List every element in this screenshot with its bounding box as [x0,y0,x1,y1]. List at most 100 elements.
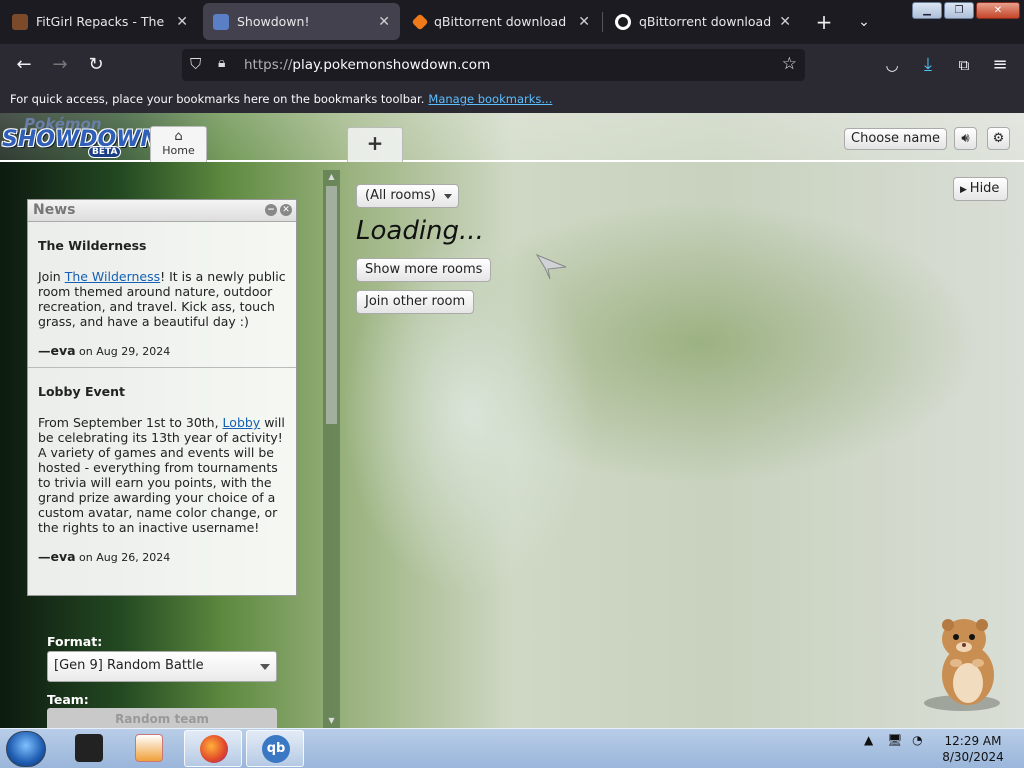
clock-date: 8/30/2024 [942,750,1004,764]
shield-icon[interactable]: ⛉ [190,55,201,73]
close-window-button[interactable]: ✕ [976,2,1020,19]
start-button[interactable] [6,731,46,767]
tab-home[interactable]: ⌂ Home [150,126,207,162]
tab-strip: FitGirl Repacks - The ONLY ✕ Showdown! ✕… [0,0,1024,44]
format-select[interactable]: [Gen 9] Random Battle [47,651,277,682]
system-tray: ▲ 🖥︎ ◔ [864,733,923,747]
lock-icon[interactable]: 🔒︎ [218,55,225,71]
post-text: From September 1st to 30th, [38,415,223,430]
restore-button[interactable]: ❐ [944,2,974,19]
scrollbar-thumb[interactable] [326,186,337,424]
hide-button[interactable]: ▶ Hide [953,177,1008,201]
clock-time: 12:29 AM [944,734,1002,748]
hide-label: Hide [969,181,1000,196]
show-more-rooms-button[interactable]: Show more rooms [356,258,492,282]
taskbar-app-media[interactable] [120,730,178,767]
menu-icon[interactable]: ≡ [988,54,1012,76]
back-button[interactable]: ← [12,54,36,76]
pocket-icon[interactable]: ◡ [880,54,904,76]
bookmarks-toolbar: For quick access, place your bookmarks h… [0,86,1024,113]
minimize-news-icon[interactable]: − [265,204,277,216]
home-icon: ⌂ [174,129,183,144]
close-tab-icon[interactable]: ✕ [176,14,188,30]
post-text: Join [38,269,65,284]
loading-text: Loading... [356,216,484,246]
gear-icon[interactable]: ⚙ [987,127,1010,150]
caret-right-icon: ▶ [960,185,970,195]
chevron-down-icon [444,194,452,199]
scroll-up-icon[interactable]: ▲ [323,170,340,184]
bookmarks-hint: For quick access, place your bookmarks h… [10,92,425,106]
browser-window: FitGirl Repacks - The ONLY ✕ Showdown! ✕… [0,0,1024,768]
choose-name-button[interactable]: Choose name [844,128,947,150]
left-scrollbar[interactable]: ▲ ▼ [323,170,340,728]
news-post-byline: —eva on Aug 26, 2024 [38,549,286,565]
news-post-body: Join The Wilderness! It is a newly publi… [38,269,286,329]
forward-button[interactable]: → [48,54,72,76]
logo-beta-badge: BETA [88,146,122,158]
tab-title: FitGirl Repacks - The ONLY [36,14,168,29]
bookmark-star-icon[interactable]: ☆ [782,54,797,74]
url-scheme: https:// [244,57,293,73]
showdown-logo[interactable]: Pokémon SHOWDOWN! BETA [2,115,169,159]
windows-taskbar: qb ▲ 🖥︎ ◔ 12:29 AM 8/30/2024 [0,728,1024,768]
volume-icon[interactable]: ◔ [912,733,922,747]
minimize-button[interactable]: ▁ [912,2,942,19]
format-value: [Gen 9] Random Battle [54,658,204,673]
manage-bookmarks-link[interactable]: Manage bookmarks... [428,92,552,106]
qbittorrent-favicon-icon [615,13,631,30]
tab-title: Showdown! [237,14,310,29]
tray-arrow-icon[interactable]: ▲ [864,733,873,747]
join-other-room-button[interactable]: Join other room [356,290,475,314]
team-select[interactable]: Random team [47,708,277,728]
post-author: eva [50,549,76,564]
room-filter-value: (All rooms) [365,188,436,203]
lobby-room-link[interactable]: Lobby [223,415,261,430]
tab-qbittorrent-dl[interactable]: qBittorrent download lates ✕ [605,3,801,40]
firefox-icon [200,735,228,763]
new-room-tab-button[interactable]: + [347,127,403,162]
news-post-heading: The Wilderness [38,238,147,253]
close-tab-icon[interactable]: ✕ [779,14,791,30]
logo-showdown-text: SHOWDOWN! [2,127,169,152]
tab-showdown[interactable]: Showdown! ✕ [203,3,400,40]
url-bar[interactable]: ⛉ 🔒︎ https://play.pokemonshowdown.com ☆ [182,49,805,81]
post-date: on Aug 29, 2024 [75,345,171,358]
news-post-byline: —eva on Aug 29, 2024 [38,343,286,359]
news-post: Lobby Event From September 1st to 30th, … [28,368,296,573]
close-tab-icon[interactable]: ✕ [378,14,390,30]
url-host: play.pokemonshowdown.com [292,57,491,73]
list-all-tabs-button[interactable]: ⌄ [852,8,876,36]
taskbar-app-terminal[interactable] [60,730,118,767]
scroll-down-icon[interactable]: ▼ [323,714,340,728]
qbittorrent-icon: qb [262,735,290,763]
news-post-body: From September 1st to 30th, Lobby will b… [38,415,286,535]
taskbar-app-firefox[interactable] [184,730,242,767]
room-filter-select[interactable]: (All rooms) [356,184,459,208]
extensions-icon[interactable]: ⧉ [952,54,976,76]
showdown-favicon-icon [213,13,229,30]
home-tab-label: Home [162,144,195,157]
tab-fitgirl[interactable]: FitGirl Repacks - The ONLY ✕ [2,3,198,40]
new-tab-button[interactable]: + [812,8,836,36]
reload-button[interactable]: ↻ [84,54,108,76]
tab-separator [602,12,603,32]
fitgirl-favicon-icon [12,13,28,30]
paper-plane-cursor-icon [536,254,567,280]
url-text[interactable]: https://play.pokemonshowdown.com [244,57,490,73]
nav-bar: ← → ↻ ⛉ 🔒︎ https://play.pokemonshowdown.… [0,44,1024,86]
taskbar-app-qbittorrent[interactable]: qb [246,730,304,767]
downloads-icon[interactable]: ⤓ [916,54,940,76]
taskbar-clock[interactable]: 12:29 AM 8/30/2024 [940,733,1006,765]
wilderness-room-link[interactable]: The Wilderness [65,269,160,284]
tab-title: qBittorrent download lates [639,14,772,29]
page-content: Pokémon SHOWDOWN! BETA ⌂ Home + Choose n… [0,113,1024,728]
format-label: Format: [47,634,103,649]
news-post-heading: Lobby Event [38,384,125,399]
network-icon[interactable]: 🖥︎ [887,733,902,747]
tab-qbittorrent-sf[interactable]: qBittorrent download | So ✕ [404,3,600,40]
sound-icon[interactable]: 🔊︎ [954,127,977,150]
post-date: on Aug 26, 2024 [75,551,171,564]
close-tab-icon[interactable]: ✕ [578,14,590,30]
close-news-icon[interactable]: ✕ [280,204,292,216]
